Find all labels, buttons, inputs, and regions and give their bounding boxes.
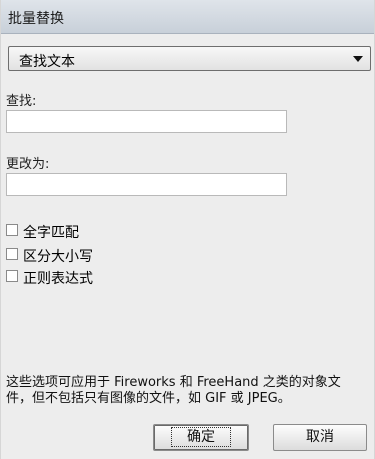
window-title: 批量替换: [8, 11, 64, 27]
batch-replace-dialog: 批量替换 查找文本 查找: 更改为: 全字匹配 区分大小写 正则表达式 这些选项…: [0, 0, 375, 459]
title-bar: 批量替换: [1, 0, 374, 34]
dropdown-value: 查找文本: [19, 54, 75, 70]
whole-word-label: 全字匹配: [23, 225, 79, 241]
regex-label: 正则表达式: [23, 271, 93, 287]
ok-label: 确定: [171, 427, 231, 447]
find-input[interactable]: [6, 110, 287, 133]
match-case-label: 区分大小写: [23, 249, 93, 265]
find-label: 查找:: [6, 94, 37, 109]
cancel-button[interactable]: 取消: [273, 424, 367, 451]
checkbox-icon: [6, 248, 18, 260]
search-type-dropdown[interactable]: 查找文本: [8, 46, 371, 71]
help-note: 这些选项可应用于 Fireworks 和 FreeHand 之类的对象文件，但不…: [6, 375, 341, 406]
replace-input[interactable]: [6, 173, 287, 196]
chevron-down-icon: [353, 56, 363, 62]
ok-button[interactable]: 确定: [153, 424, 249, 451]
cancel-label: 取消: [306, 429, 334, 445]
replace-label: 更改为:: [6, 157, 50, 172]
checkbox-icon: [6, 224, 18, 236]
checkbox-icon: [6, 270, 18, 282]
